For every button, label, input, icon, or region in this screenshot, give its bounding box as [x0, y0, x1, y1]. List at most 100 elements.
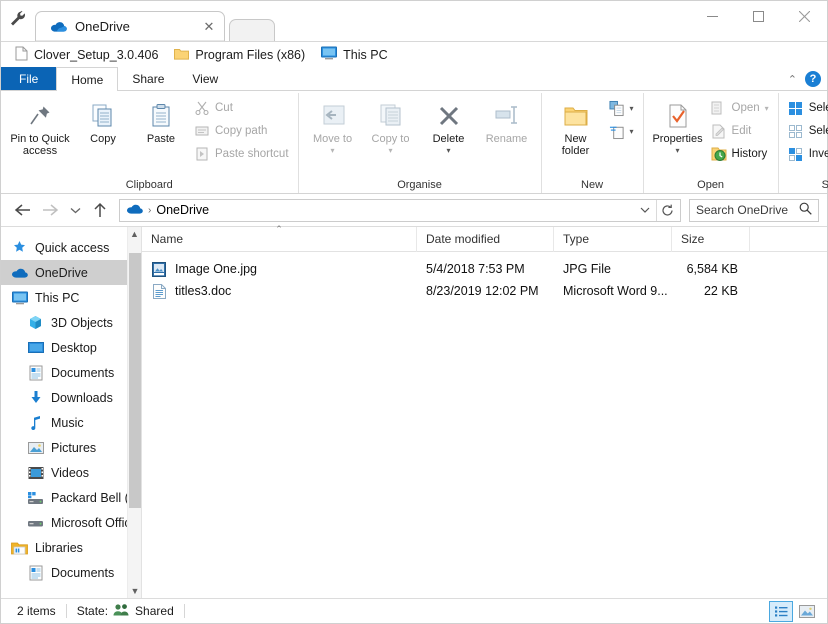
sidebar-item-packard-bell-c[interactable]: Packard Bell (C:)	[1, 485, 141, 510]
chevron-down-icon[interactable]: ▾	[389, 145, 393, 157]
chevron-up-icon[interactable]: ▲	[128, 227, 141, 241]
sidebar-item-libraries-documents[interactable]: Documents	[1, 560, 141, 585]
rename-button[interactable]: Rename	[479, 97, 535, 147]
search-input[interactable]: Search OneDrive	[696, 203, 795, 217]
chevron-down-icon[interactable]: ▼	[128, 584, 141, 598]
search-icon[interactable]	[799, 202, 812, 218]
recent-locations-button[interactable]	[65, 197, 85, 223]
sidebar-item-libraries[interactable]: Libraries	[1, 535, 141, 560]
chevron-up-icon[interactable]: ⌃	[788, 73, 797, 86]
sidebar-item-music[interactable]: Music	[1, 410, 141, 435]
wrench-icon[interactable]	[1, 1, 35, 41]
browser-tab-onedrive[interactable]: OneDrive ✕	[35, 11, 225, 41]
copy-to-button[interactable]: Copy to ▾	[363, 97, 419, 159]
easy-access-icon	[609, 123, 625, 139]
file-name-cell[interactable]: titles3.doc	[142, 283, 417, 299]
select-all-icon	[788, 100, 804, 116]
button-label: Cut	[215, 102, 233, 114]
bookmark-this-pc[interactable]: This PC	[315, 44, 393, 65]
ribbon-tab-share[interactable]: Share	[118, 67, 178, 90]
ribbon-tab-home[interactable]: Home	[56, 67, 118, 91]
details-view-button[interactable]	[769, 601, 793, 622]
chevron-down-icon[interactable]: ▾	[676, 145, 680, 157]
table-row[interactable]: Image One.jpg 5/4/2018 7:53 PM JPG File …	[142, 258, 827, 280]
select-none-button[interactable]: Select none	[785, 121, 828, 141]
move-to-button[interactable]: Move to ▾	[305, 97, 361, 159]
minimize-button[interactable]	[689, 1, 735, 31]
chevron-down-icon[interactable]: ▾	[630, 104, 634, 113]
table-row[interactable]: titles3.doc 8/23/2019 12:02 PM Microsoft…	[142, 280, 827, 302]
chevron-down-icon[interactable]: ▾	[630, 127, 634, 136]
new-folder-icon	[562, 99, 590, 133]
column-header-date-modified[interactable]: Date modified	[417, 227, 554, 252]
sidebar-item-3d-objects[interactable]: 3D Objects	[1, 310, 141, 335]
breadcrumb-bar[interactable]: › OneDrive	[119, 199, 681, 222]
column-header-type[interactable]: Type	[554, 227, 672, 252]
chevron-down-icon[interactable]: ▾	[447, 145, 451, 157]
maximize-button[interactable]	[735, 1, 781, 31]
edit-button[interactable]: Edit	[708, 121, 772, 141]
invert-selection-button[interactable]: Invert selection	[785, 144, 828, 164]
forward-button[interactable]	[37, 197, 63, 223]
ribbon-tab-file[interactable]: File	[1, 67, 56, 90]
large-icons-view-button[interactable]	[795, 601, 819, 622]
ribbon-group-new: New folder ▾	[542, 93, 644, 193]
column-label: Name	[151, 232, 183, 246]
copy-button[interactable]: Copy	[75, 97, 131, 147]
breadcrumb-current[interactable]: OneDrive	[156, 203, 209, 217]
chevron-down-icon[interactable]: ▾	[331, 145, 335, 157]
new-folder-button[interactable]: New folder	[548, 97, 604, 159]
shared-people-icon	[113, 603, 130, 619]
sidebar-item-documents[interactable]: Documents	[1, 360, 141, 385]
sidebar-item-quick-access[interactable]: Quick access	[1, 235, 141, 260]
sidebar-item-desktop[interactable]: Desktop	[1, 335, 141, 360]
cut-button[interactable]: Cut	[191, 98, 292, 118]
delete-button[interactable]: Delete ▾	[421, 97, 477, 159]
chevron-down-icon[interactable]	[634, 200, 656, 221]
history-button[interactable]: History	[708, 144, 772, 164]
properties-button[interactable]: Properties ▾	[650, 97, 706, 159]
onedrive-cloud-icon	[126, 203, 143, 218]
column-header-size[interactable]: Size	[672, 227, 750, 252]
help-button[interactable]: ?	[805, 71, 821, 87]
bookmark-program-files[interactable]: Program Files (x86)	[168, 45, 311, 65]
scrollbar-thumb[interactable]	[129, 253, 141, 508]
bookmark-label: This PC	[343, 48, 387, 62]
downloads-icon	[27, 389, 44, 406]
paste-button[interactable]: Paste	[133, 97, 189, 147]
sidebar-item-this-pc[interactable]: This PC	[1, 285, 141, 310]
file-name-cell[interactable]: Image One.jpg	[142, 261, 417, 277]
close-button[interactable]	[781, 1, 827, 31]
sidebar-item-onedrive[interactable]: OneDrive	[1, 260, 141, 285]
back-button[interactable]	[9, 197, 35, 223]
copy-to-icon	[376, 99, 406, 133]
new-item-button[interactable]: ▾	[606, 98, 637, 118]
sidebar-item-videos[interactable]: Videos	[1, 460, 141, 485]
sidebar-item-pictures[interactable]: Pictures	[1, 435, 141, 460]
sidebar-item-microsoft-office[interactable]: Microsoft Office	[1, 510, 141, 535]
easy-access-button[interactable]: ▾	[606, 121, 637, 141]
sidebar-item-label: Quick access	[35, 241, 109, 255]
navigation-scrollbar[interactable]: ▲ ▼	[127, 227, 141, 598]
documents-icon	[27, 364, 44, 381]
pin-to-quick-access-button[interactable]: Pin to Quick access	[7, 97, 73, 159]
close-icon[interactable]: ✕	[200, 18, 218, 36]
column-header-name[interactable]: ⌃ Name	[142, 227, 417, 252]
bookmark-clover-setup[interactable]: Clover_Setup_3.0.406	[9, 44, 164, 66]
chevron-down-icon[interactable]: ▾	[765, 104, 769, 113]
select-all-button[interactable]: Select all	[785, 98, 828, 118]
monitor-icon	[11, 289, 28, 306]
copy-path-button[interactable]: Copy path	[191, 121, 292, 141]
search-box[interactable]: Search OneDrive	[689, 199, 819, 222]
new-tab-button[interactable]	[229, 19, 275, 41]
paste-shortcut-button[interactable]: Paste shortcut	[191, 144, 292, 164]
open-button[interactable]: Open ▾	[708, 98, 772, 118]
up-button[interactable]	[87, 197, 113, 223]
3d-objects-icon	[27, 314, 44, 331]
ribbon-tab-view[interactable]: View	[178, 67, 232, 90]
sidebar-item-downloads[interactable]: Downloads	[1, 385, 141, 410]
desktop-icon	[27, 339, 44, 356]
pictures-icon	[27, 439, 44, 456]
refresh-icon[interactable]	[656, 200, 678, 221]
sidebar-item-label: Documents	[51, 366, 114, 380]
